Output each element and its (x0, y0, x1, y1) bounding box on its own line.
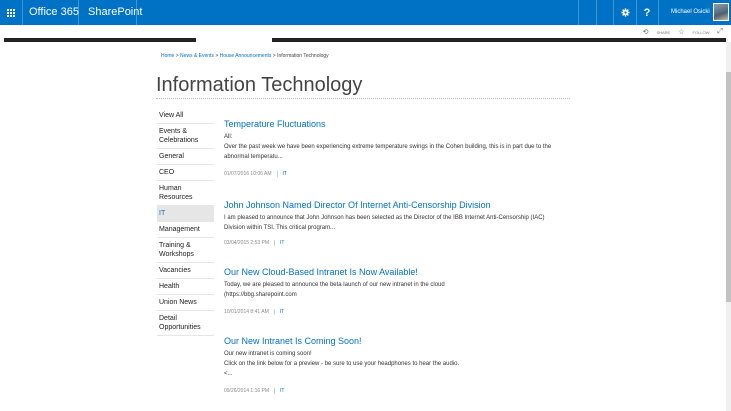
news-post: John Johnson Named Director Of Internet … (224, 200, 554, 246)
sharepoint-link[interactable]: SharePoint (88, 6, 142, 18)
post-category-link[interactable]: IT (273, 309, 285, 315)
post-date: 03/04/2015 2:53 PM (224, 240, 270, 246)
post-meta: 10/01/2014 8:41 AM IT (224, 309, 285, 315)
page-actions: ⟲ SHARE ☆ FOLLOW ⤢ (643, 28, 723, 36)
share-button[interactable]: SHARE (656, 30, 670, 35)
news-post: Our New Intranet Is Coming Soon! Our new… (224, 336, 554, 394)
avatar[interactable] (713, 3, 729, 21)
nav-item-vacancies[interactable]: Vacancies (157, 263, 214, 279)
scrollbar-thumb[interactable] (726, 72, 731, 302)
post-excerpt: (https://bbg.sharepoint.com (224, 292, 297, 298)
nav-item-general[interactable]: General (157, 149, 214, 165)
title-divider (156, 98, 570, 100)
post-title-link[interactable]: John Johnson Named Director Of Internet … (224, 200, 554, 210)
post-title-link[interactable]: Temperature Fluctuations (224, 119, 554, 129)
breadcrumb-home[interactable]: Home (161, 53, 174, 59)
nav-item-human-resources[interactable]: Human Resources (157, 181, 214, 206)
post-date: 10/01/2014 8:41 AM (224, 309, 269, 315)
breadcrumb-current: Information Technology (277, 53, 329, 59)
post-date: 09/26/2014 1:16 PM (224, 388, 270, 394)
post-meta: 09/26/2014 1:16 PM IT (224, 388, 285, 394)
breadcrumb-house-announcements[interactable]: House Announcements (220, 53, 272, 59)
post-date: 01/07/2016 10:06 AM (224, 171, 272, 177)
top-nav-bar (4, 38, 726, 42)
nav-item-it[interactable]: IT (157, 206, 214, 222)
nav-item-union-news[interactable]: Union News (157, 295, 214, 311)
post-meta: 01/07/2016 10:06 AM IT (224, 171, 287, 177)
post-category-link[interactable]: IT (274, 388, 285, 394)
user-name[interactable]: Michael Osicki (671, 9, 710, 15)
nav-item-training-workshops[interactable]: Training & Workshops (157, 238, 214, 263)
post-excerpt: Over the past week we have been experien… (224, 144, 552, 160)
post-excerpt: All: (224, 134, 233, 140)
post-category-link[interactable]: IT (274, 240, 285, 246)
post-excerpt: Today, we are pleased to announce the be… (224, 282, 445, 288)
page-title: Information Technology (156, 74, 363, 96)
post-excerpt: Click on the link below for a preview - … (224, 361, 460, 367)
post-excerpt: <... (224, 371, 233, 377)
gear-icon[interactable] (614, 0, 636, 25)
nav-item-detail-opportunities[interactable]: Detail Opportunities (157, 311, 214, 336)
breadcrumb-news-events[interactable]: News & Events (180, 53, 214, 59)
active-tab-indicator (196, 38, 272, 42)
help-icon[interactable]: ? (636, 0, 658, 25)
follow-button[interactable]: FOLLOW (693, 30, 710, 35)
nav-item-events-celebrations[interactable]: Events & Celebrations (157, 124, 214, 149)
app-launcher-icon[interactable] (0, 0, 22, 25)
nav-item-health[interactable]: Health (157, 279, 214, 295)
scrollbar[interactable] (726, 42, 731, 411)
share-icon[interactable]: ⟲ (643, 28, 649, 36)
nav-item-management[interactable]: Management (157, 222, 214, 238)
news-post: Our New Cloud-Based Intranet Is Now Avai… (224, 267, 554, 315)
suite-bar: Office 365 SharePoint ? Michael Osicki (0, 0, 731, 25)
office365-brand[interactable]: Office 365 (29, 6, 79, 18)
star-icon[interactable]: ☆ (678, 28, 684, 36)
post-excerpt: I am pleased to announce that John Johns… (224, 215, 545, 231)
post-title-link[interactable]: Our New Cloud-Based Intranet Is Now Avai… (224, 267, 554, 277)
breadcrumb: Home > News & Events > House Announcemen… (161, 53, 329, 59)
post-category-link[interactable]: IT (276, 171, 287, 177)
nav-item-view-all[interactable]: View All (157, 108, 214, 124)
focus-mode-icon[interactable]: ⤢ (717, 28, 723, 36)
nav-item-ceo[interactable]: CEO (157, 165, 214, 181)
category-nav: View All Events & Celebrations General C… (157, 108, 214, 336)
post-excerpt: Our new intranet is coming soon! (224, 351, 312, 357)
post-meta: 03/04/2015 2:53 PM IT (224, 240, 285, 246)
post-title-link[interactable]: Our New Intranet Is Coming Soon! (224, 336, 554, 346)
news-post: Temperature Fluctuations All: Over the p… (224, 119, 554, 177)
